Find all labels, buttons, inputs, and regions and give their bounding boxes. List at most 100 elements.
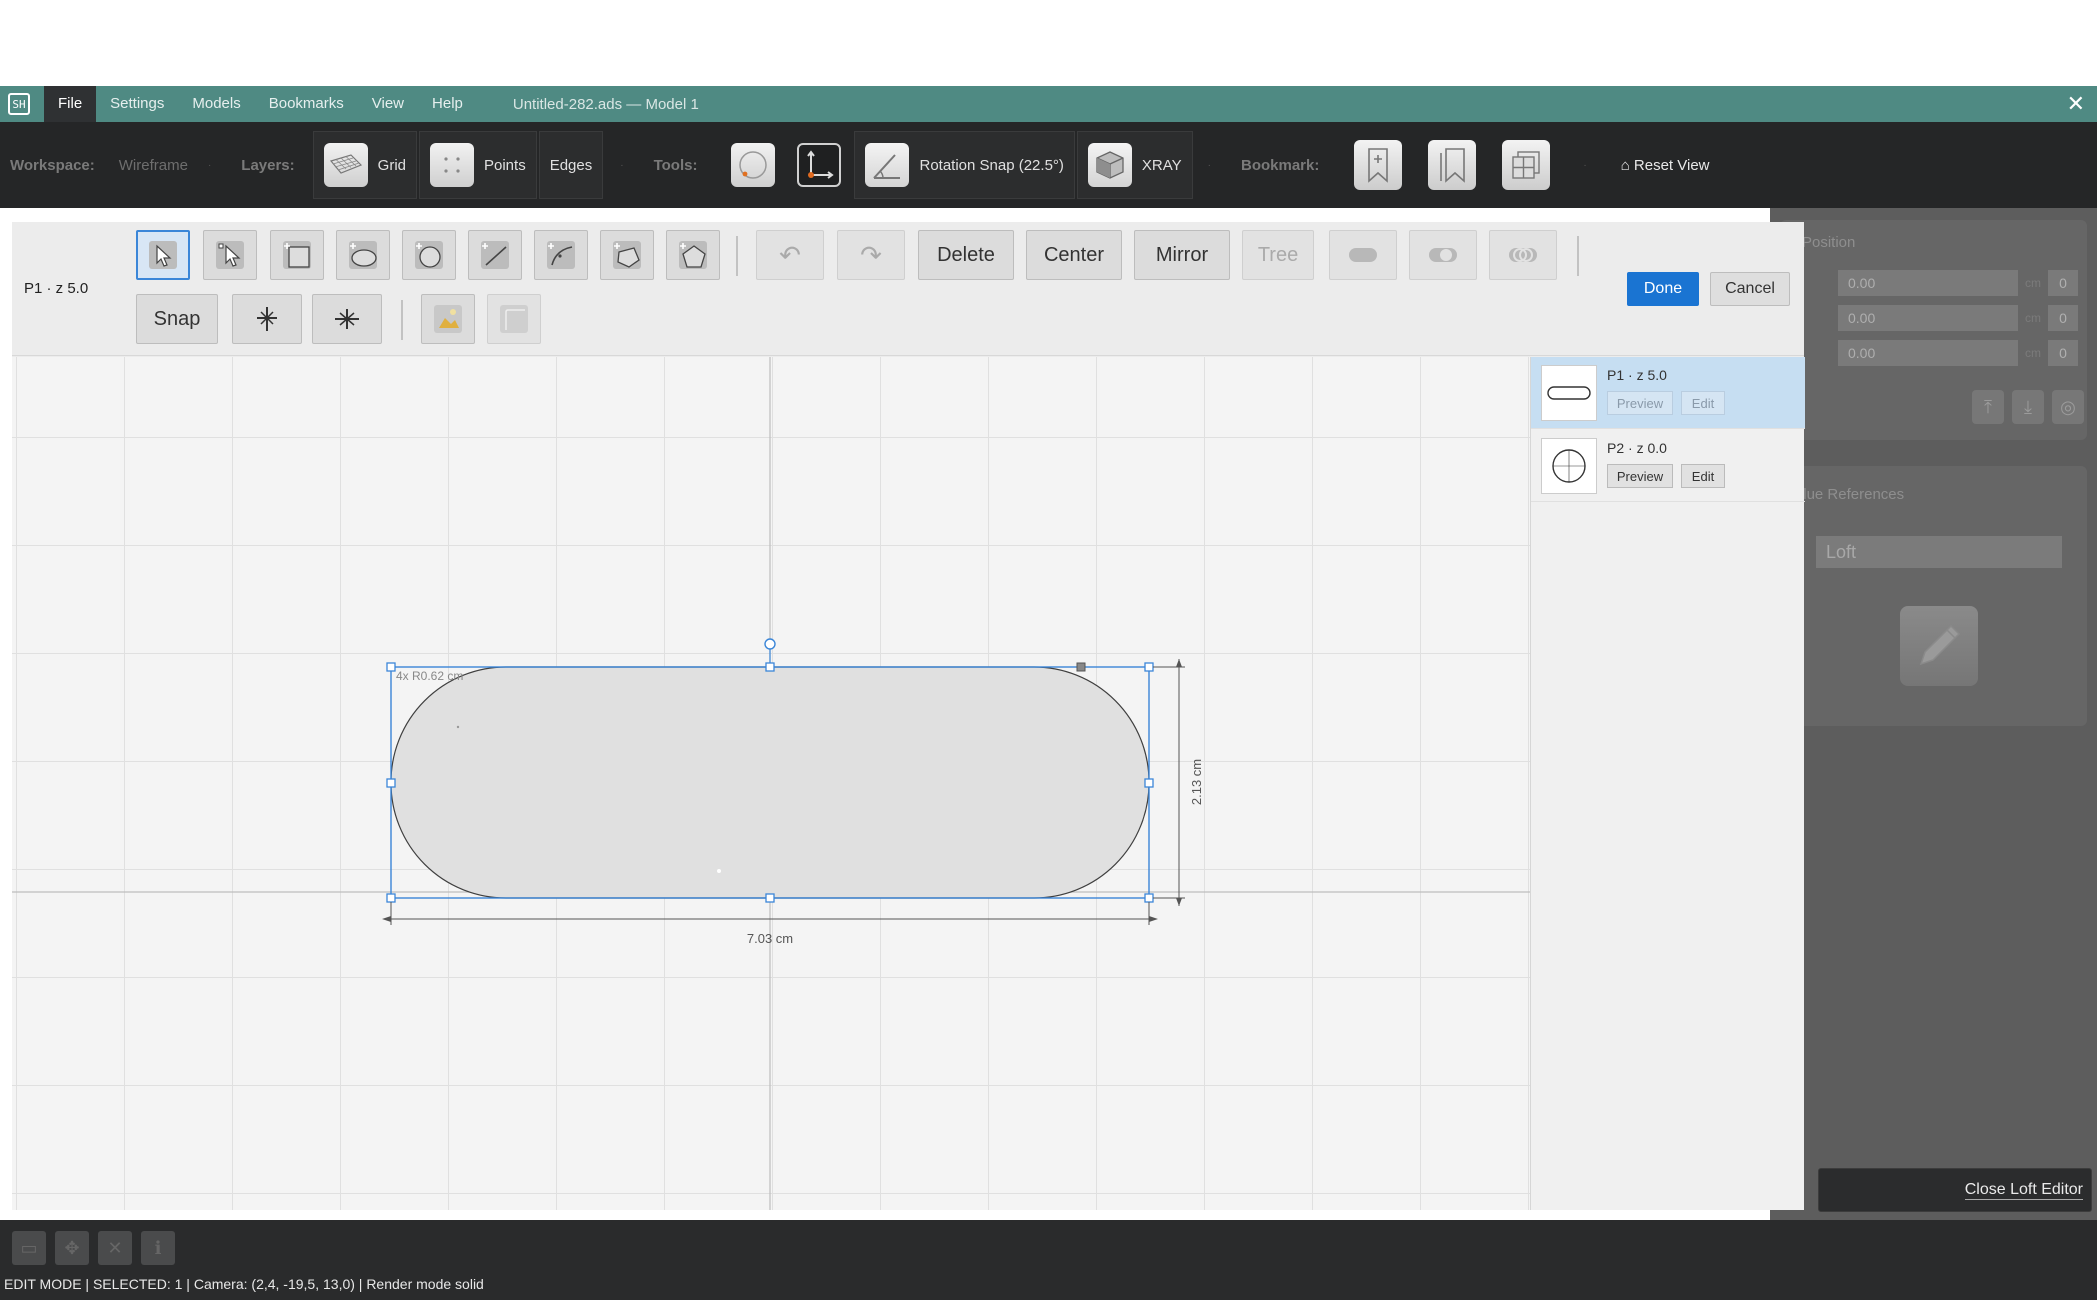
pentagon-tool-button[interactable]	[666, 230, 720, 280]
rectangle-tool-button[interactable]	[270, 230, 324, 280]
close-loft-editor-button[interactable]: Close Loft Editor	[1818, 1168, 2092, 1212]
points-toggle[interactable]: Points	[419, 131, 537, 199]
ellipse-icon	[349, 241, 377, 269]
target-icon[interactable]: ◎	[2052, 390, 2084, 424]
toolbar-separator: ·	[207, 159, 212, 171]
done-button[interactable]: Done	[1627, 272, 1699, 306]
image-options-button[interactable]	[487, 294, 541, 344]
move-up-icon[interactable]: ⤒	[1972, 390, 2004, 424]
direct-select-icon	[216, 241, 244, 269]
curve-tool-button[interactable]	[534, 230, 588, 280]
tree-button[interactable]: Tree	[1242, 230, 1314, 280]
delete-icon[interactable]: ✕	[98, 1231, 132, 1265]
menu-view[interactable]: View	[358, 86, 418, 122]
mirror-button[interactable]: Mirror	[1134, 230, 1230, 280]
subtract-icon	[1429, 248, 1457, 262]
menu-help[interactable]: Help	[418, 86, 477, 122]
direct-select-tool-button[interactable]	[203, 230, 257, 280]
position-y-unit: cm	[2025, 311, 2041, 325]
layer-thumbnail	[1541, 438, 1597, 494]
edges-label: Edges	[549, 156, 593, 174]
main-toolbar: Workspace: Wireframe · Layers: Grid Poin…	[0, 122, 2097, 208]
edges-toggle[interactable]: Edges	[538, 131, 604, 199]
xray-toggle[interactable]: XRAY	[1076, 131, 1193, 199]
loft-field[interactable]: Loft	[1816, 536, 2062, 568]
polygon-tool-button[interactable]	[600, 230, 654, 280]
select-tool-button[interactable]	[136, 230, 190, 280]
ellipse-tool-button[interactable]	[336, 230, 390, 280]
bookmark-label: Bookmark:	[1240, 156, 1320, 174]
layer-edit-button[interactable]: Edit	[1681, 464, 1725, 488]
position-x-field[interactable]: 0.00	[1838, 270, 2018, 296]
close-window-icon[interactable]: ✕	[2067, 90, 2085, 118]
layer-preview-button[interactable]: Preview	[1607, 464, 1673, 488]
width-arrow-right	[1149, 916, 1158, 922]
pentagon-icon	[679, 241, 707, 269]
menu-bookmarks[interactable]: Bookmarks	[255, 86, 358, 122]
sketch-canvas[interactable]: 4x R0.62 cm 7.03 cm 2.13 cm	[12, 357, 1530, 1210]
menu-file[interactable]: File	[44, 86, 97, 122]
line-icon	[481, 241, 509, 269]
subtract-button[interactable]	[1409, 230, 1477, 280]
image-icon	[434, 305, 462, 333]
profile-layer-list: P1 · z 5.0 Preview Edit P2 · z 0.0 Previ…	[1530, 357, 1805, 1210]
rotation-handle[interactable]	[764, 638, 776, 650]
add-bookmark-icon[interactable]	[1354, 140, 1403, 190]
circle-icon	[1552, 449, 1586, 483]
properties-panel: Position 0.00 cm 0 0.00 cm 0 0.00 cm 0 ⤒…	[1770, 208, 2097, 1220]
intersect-button[interactable]	[1489, 230, 1557, 280]
reset-view-button[interactable]: ⌂ Reset View	[1621, 157, 1710, 174]
points-label: Points	[484, 156, 526, 174]
snap-horizontal-button[interactable]	[312, 294, 382, 344]
position-z-extra[interactable]: 0	[2048, 340, 2078, 366]
axis-tool-icon[interactable]	[797, 143, 842, 187]
undo-button[interactable]: ↶	[756, 230, 824, 280]
layer-row-p2[interactable]: P2 · z 0.0 Preview Edit	[1531, 430, 1805, 502]
layers-label: Layers:	[241, 156, 295, 174]
snap-button[interactable]: Snap	[136, 294, 218, 344]
xray-label: XRAY	[1141, 156, 1182, 174]
snap-vertical-icon	[257, 307, 277, 331]
info-icon[interactable]: ℹ	[141, 1231, 175, 1265]
frame-icon[interactable]: ▭	[12, 1231, 46, 1265]
rotation-snap-toggle[interactable]: Rotation Snap (22.5°)	[854, 131, 1075, 199]
position-x-extra[interactable]: 0	[2048, 270, 2078, 296]
width-dimension-label: 7.03 cm	[747, 931, 793, 946]
position-y-field[interactable]: 0.00	[1838, 305, 2018, 331]
layer-edit-button[interactable]: Edit	[1681, 391, 1725, 415]
menu-settings[interactable]: Settings	[96, 86, 178, 122]
curve-icon	[547, 241, 575, 269]
redo-button[interactable]: ↷	[837, 230, 905, 280]
snap-vertical-button[interactable]	[232, 294, 302, 344]
move-down-icon[interactable]: ⤓	[2012, 390, 2044, 424]
rounded-rectangle-shape[interactable]	[390, 666, 1150, 899]
center-button[interactable]: Center	[1026, 230, 1122, 280]
position-title: Position	[1802, 234, 1856, 251]
rotation-snap-icon	[865, 143, 910, 187]
delete-button[interactable]: Delete	[918, 230, 1014, 280]
position-z-field[interactable]: 0.00	[1838, 340, 2018, 366]
layer-preview-button[interactable]: Preview	[1607, 391, 1673, 415]
line-tool-button[interactable]	[468, 230, 522, 280]
workspace-value[interactable]: Wireframe	[119, 157, 188, 174]
bookmarks-list-icon[interactable]	[1428, 140, 1477, 190]
width-arrow-left	[382, 916, 391, 922]
corner-radius-handle[interactable]	[1076, 662, 1086, 672]
editor-toolbar: P1 · z 5.0 ↶ ↷ Delete Center Mirror Tree…	[12, 222, 1804, 356]
grid-toggle[interactable]: Grid	[312, 131, 417, 199]
layer-row-p1[interactable]: P1 · z 5.0 Preview Edit	[1531, 357, 1805, 429]
image-import-button[interactable]	[421, 294, 475, 344]
orbit-tool-icon[interactable]	[731, 143, 776, 187]
pen-icon[interactable]	[1900, 606, 1978, 686]
position-y-extra[interactable]: 0	[2048, 305, 2078, 331]
move-icon[interactable]: ✥	[55, 1231, 89, 1265]
cancel-button[interactable]: Cancel	[1710, 272, 1790, 306]
app-root: SH File Settings Models Bookmarks View H…	[0, 0, 2097, 1300]
close-loft-editor-label: Close Loft Editor	[1964, 1180, 2083, 1200]
union-button[interactable]	[1329, 230, 1397, 280]
bookmark-grid-icon[interactable]	[1502, 140, 1551, 190]
document-title: Untitled-282.ads — Model 1	[512, 95, 699, 113]
menu-models[interactable]: Models	[178, 86, 254, 122]
toolbar-separator: ·	[1583, 159, 1587, 171]
circle-tool-button[interactable]	[402, 230, 456, 280]
